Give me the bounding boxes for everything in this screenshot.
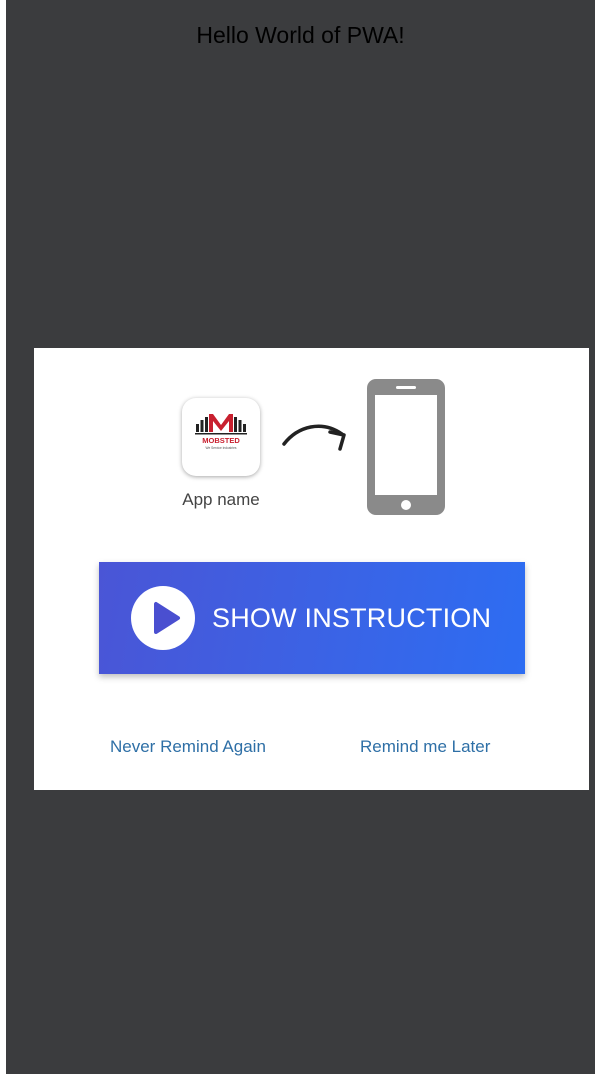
play-icon bbox=[131, 586, 195, 650]
never-remind-again-link[interactable]: Never Remind Again bbox=[110, 737, 266, 757]
mobsted-logo-icon: MOBSTED We Service Industries bbox=[195, 414, 247, 450]
app-screen: Hello World of PWA! MOBSTED We Service I… bbox=[6, 0, 595, 1074]
show-instruction-button[interactable]: SHOW INSTRUCTION bbox=[99, 562, 525, 674]
app-logo-text: MOBSTED bbox=[202, 436, 240, 445]
curved-arrow-right-icon bbox=[282, 424, 346, 451]
smartphone-icon bbox=[367, 379, 445, 515]
install-prompt-modal: MOBSTED We Service Industries App name S… bbox=[34, 348, 589, 790]
page-title: Hello World of PWA! bbox=[196, 22, 405, 48]
app-name-label: App name bbox=[182, 490, 260, 509]
app-logo-tagline: We Service Industries bbox=[206, 446, 237, 450]
remind-me-later-link[interactable]: Remind me Later bbox=[360, 737, 490, 757]
show-instruction-label: SHOW INSTRUCTION bbox=[212, 603, 492, 633]
app-icon: MOBSTED We Service Industries bbox=[182, 398, 260, 476]
